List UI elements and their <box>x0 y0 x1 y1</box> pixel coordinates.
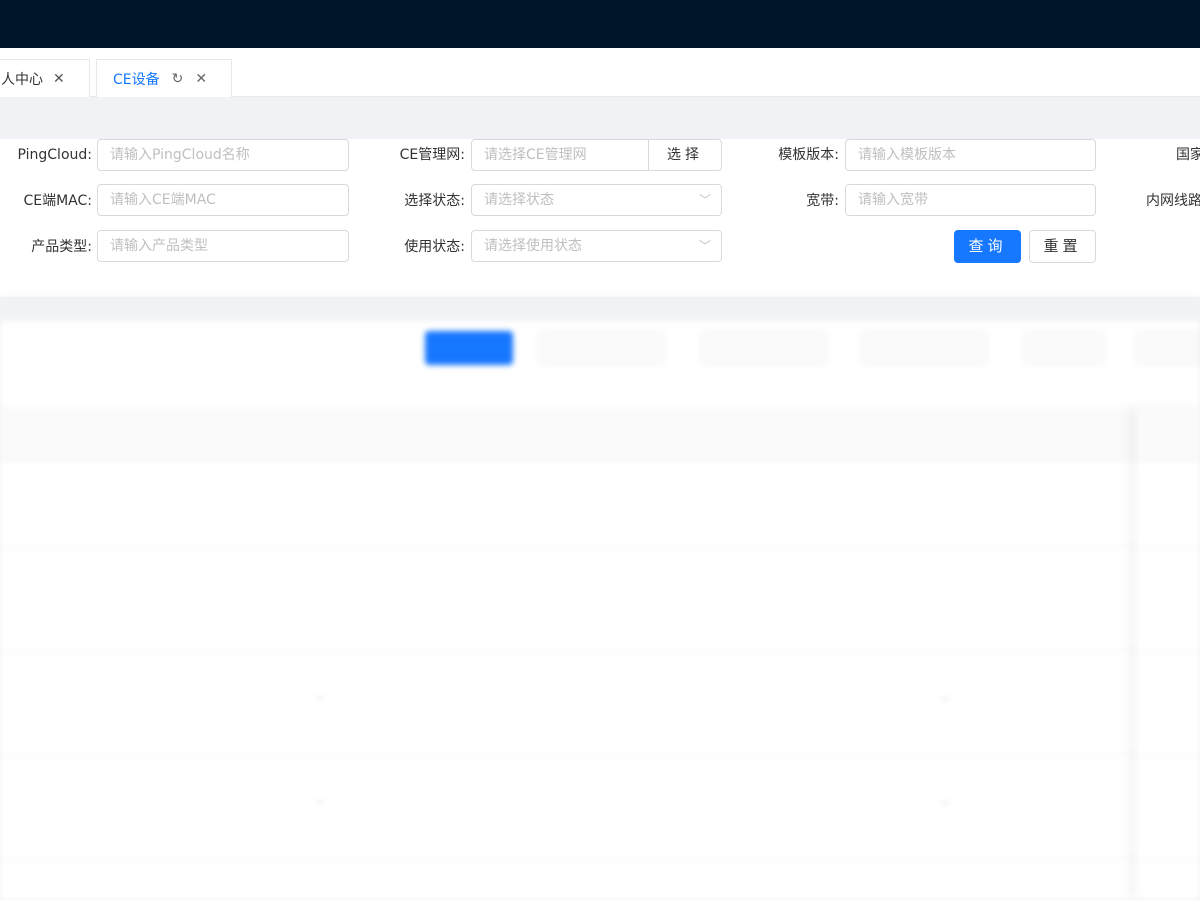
chevron-down-icon: ﹀ <box>698 193 711 207</box>
pingcloud-label: PingCloud: <box>17 147 93 163</box>
refresh-icon[interactable]: ↻ <box>172 72 184 86</box>
tab-label: CE设备 <box>113 71 160 88</box>
table-section: - - - - <box>0 297 1200 900</box>
top-header-bar <box>0 0 1200 48</box>
table-row[interactable]: - - <box>0 651 1200 755</box>
select-status-dropdown[interactable]: 请选择状态 ﹀ <box>471 184 722 216</box>
ce-mgmt-input[interactable]: 请选择CE管理网 <box>471 139 649 171</box>
pingcloud-input[interactable]: 请输入PingCloud名称 <box>97 139 349 171</box>
toolbar-button[interactable] <box>700 331 826 365</box>
table-row[interactable] <box>0 547 1200 651</box>
table-row[interactable] <box>0 461 1200 547</box>
tab-ce-device[interactable]: CE设备 ↻ ✕ <box>96 59 232 97</box>
query-button[interactable]: 查询 <box>954 230 1021 263</box>
toolbar-primary-button[interactable] <box>425 331 513 365</box>
table-cell: - <box>318 795 323 809</box>
product-type-label: 产品类型: <box>31 239 92 255</box>
ce-mac-label: CE端MAC: <box>23 193 92 209</box>
toolbar-button[interactable] <box>862 331 988 365</box>
tab-label: 人中心 <box>1 71 43 88</box>
use-status-dropdown[interactable]: 请选择使用状态 ﹀ <box>471 230 722 262</box>
table-cell: - <box>318 691 323 705</box>
reset-button[interactable]: 重置 <box>1029 230 1096 263</box>
chevron-down-icon: ﹀ <box>698 239 711 253</box>
tab-personal-center[interactable]: 人中心 ✕ <box>0 59 90 97</box>
table-panel: - - - - <box>0 321 1200 900</box>
table-cell: - <box>943 691 948 705</box>
product-type-input[interactable]: 请输入产品类型 <box>97 230 349 262</box>
close-icon[interactable]: ✕ <box>195 72 207 86</box>
bandwidth-input[interactable]: 请输入宽带 <box>845 184 1096 216</box>
toolbar-button[interactable] <box>1136 331 1200 365</box>
table-row[interactable] <box>0 859 1200 900</box>
close-icon[interactable]: ✕ <box>53 72 65 86</box>
content-gap <box>0 97 1200 139</box>
template-version-input[interactable]: 请输入模板版本 <box>845 139 1096 171</box>
country-label: 国家 <box>1176 147 1200 163</box>
table-cell: - <box>943 795 948 809</box>
bandwidth-label: 宽带: <box>806 193 839 209</box>
toolbar-button[interactable] <box>1024 331 1104 365</box>
ce-mac-input[interactable]: 请输入CE端MAC <box>97 184 349 216</box>
use-status-label: 使用状态: <box>404 239 465 255</box>
template-version-label: 模板版本: <box>778 147 839 163</box>
ce-mgmt-label: CE管理网: <box>399 147 465 163</box>
table-row[interactable]: - - <box>0 755 1200 859</box>
toolbar-button[interactable] <box>538 331 664 365</box>
fixed-column-shadow <box>1136 407 1200 900</box>
select-status-label: 选择状态: <box>404 193 465 209</box>
filter-panel: PingCloud: 请输入PingCloud名称 CE管理网: 请选择CE管理… <box>0 139 1200 297</box>
intranet-line-label: 内网线路 <box>1146 193 1200 209</box>
ce-mgmt-select-button[interactable]: 选择 <box>648 139 722 171</box>
table-header <box>0 407 1200 461</box>
tabs-bar: 人中心 ✕ CE设备 ↻ ✕ <box>0 48 1200 97</box>
